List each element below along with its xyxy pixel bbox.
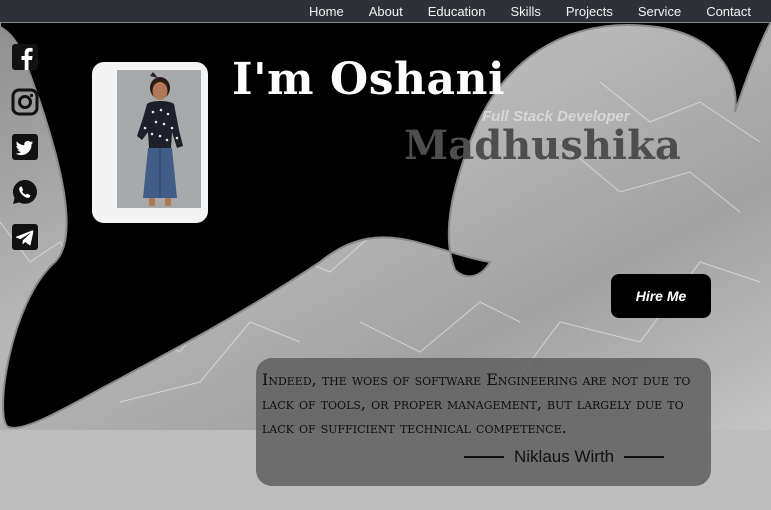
- top-navbar: Home About Education Skills Projects Ser…: [0, 0, 771, 22]
- twitter-icon[interactable]: [11, 133, 39, 161]
- author-dash-right: [624, 456, 665, 458]
- nav-education-link[interactable]: Education: [428, 4, 486, 19]
- nav-contact-link[interactable]: Contact: [706, 4, 751, 19]
- nav-projects-link[interactable]: Projects: [566, 4, 613, 19]
- hire-me-button[interactable]: Hire Me: [611, 274, 711, 318]
- social-links: [11, 43, 39, 251]
- telegram-icon[interactable]: [11, 223, 39, 251]
- author-dash-left: [464, 456, 504, 458]
- profile-photo-card: [92, 62, 208, 223]
- hero-first-name: I'm Oshani: [232, 54, 506, 105]
- hero-last-name: Madhushika: [404, 122, 681, 169]
- nav-service-link[interactable]: Service: [638, 4, 681, 19]
- quote-text: Indeed, the woes of software Engineering…: [262, 370, 691, 437]
- facebook-icon[interactable]: [11, 43, 39, 71]
- nav-skills-link[interactable]: Skills: [511, 4, 541, 19]
- quote-author-name: Niklaus Wirth: [514, 447, 615, 466]
- whatsapp-icon[interactable]: [11, 178, 39, 206]
- quote-author: Niklaus Wirth: [454, 447, 674, 467]
- nav-about-link[interactable]: About: [369, 4, 403, 19]
- instagram-icon[interactable]: [11, 88, 39, 116]
- quote-card: Indeed, the woes of software Engineering…: [256, 358, 711, 486]
- nav-home-link[interactable]: Home: [309, 4, 344, 19]
- profile-photo: [117, 70, 201, 208]
